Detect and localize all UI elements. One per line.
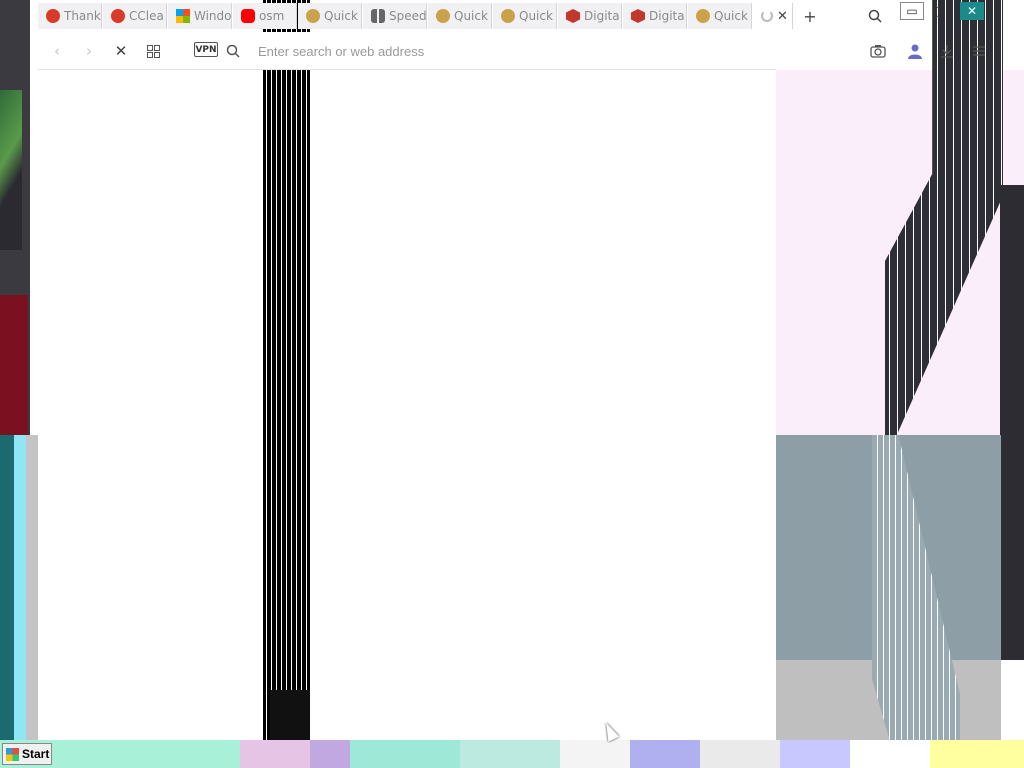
tab-grid-icon[interactable] [142, 40, 164, 62]
tab-active[interactable]: ✕ [753, 3, 793, 29]
tab[interactable]: osm [233, 3, 297, 29]
tab-label: Thank [64, 9, 101, 23]
speed-dial-icon [371, 9, 385, 23]
tab-label: Quick [454, 9, 488, 23]
close-tab-icon[interactable]: ✕ [777, 9, 788, 24]
new-tab-button[interactable]: + [799, 5, 821, 27]
tab-label: Quick [324, 9, 358, 23]
back-button[interactable]: ‹ [46, 40, 68, 62]
download-icon[interactable] [936, 40, 958, 62]
navigation-toolbar: ‹ › ✕ VPN [38, 32, 776, 70]
quickheal-icon [436, 9, 450, 23]
desktop-background [0, 90, 22, 250]
render-artifact [270, 690, 310, 740]
menu-icon[interactable] [968, 40, 990, 62]
taskbar [0, 740, 1024, 768]
tab-label: Windo [194, 9, 232, 23]
shield-icon [631, 9, 645, 23]
tab-label: Digita [649, 9, 685, 23]
desktop-background [0, 295, 28, 435]
start-label: Start [22, 747, 50, 761]
tab-label: Digita [584, 9, 620, 23]
profile-avatar-icon[interactable] [904, 40, 926, 62]
tab-search-icon[interactable] [864, 5, 886, 27]
quickheal-icon [696, 9, 710, 23]
address-bar-input[interactable] [258, 41, 658, 61]
ccleaner-icon [46, 9, 60, 23]
tab-label: CClea [129, 9, 164, 23]
stop-loading-button[interactable]: ✕ [110, 40, 132, 62]
tab-label: Quick [519, 9, 553, 23]
start-button[interactable]: Start [2, 743, 52, 765]
render-artifact [263, 0, 310, 740]
forward-button[interactable]: › [78, 40, 100, 62]
windows-flag-icon [6, 747, 19, 761]
tab[interactable]: CClea [103, 3, 167, 29]
tab-label: osm [259, 9, 285, 23]
tab[interactable]: Windo [168, 3, 232, 29]
loading-spinner-icon [761, 10, 773, 22]
quickheal-icon [501, 9, 515, 23]
vpn-badge[interactable]: VPN [194, 42, 218, 57]
close-window-button[interactable]: ✕ [960, 2, 984, 20]
maximize-button[interactable]: ▢ [926, 2, 950, 20]
quickheal-icon [306, 9, 320, 23]
shield-icon [566, 9, 580, 23]
desktop-background [1000, 185, 1024, 660]
search-icon [222, 40, 244, 62]
tab-label: Quick [714, 9, 748, 23]
tab[interactable]: Quick [428, 3, 492, 29]
tab-label: Speed [389, 9, 427, 23]
tab[interactable]: Quick [493, 3, 557, 29]
tab[interactable]: Thank [38, 3, 102, 29]
tab[interactable]: Quick [688, 3, 752, 29]
minimize-button[interactable]: ▭ [900, 2, 924, 20]
youtube-icon [241, 9, 255, 23]
tab-strip: Thank CClea Windo osm Quick Speed Quick … [38, 0, 1024, 31]
desktop-background [0, 435, 40, 740]
tab[interactable]: Digita [623, 3, 687, 29]
tab[interactable]: Quick [298, 3, 362, 29]
browser-content-area [38, 0, 776, 740]
ccleaner-icon [111, 9, 125, 23]
snapshot-camera-icon[interactable] [867, 40, 889, 62]
tab[interactable]: Speed [363, 3, 427, 29]
windows-logo-icon [176, 9, 190, 23]
tab[interactable]: Digita [558, 3, 622, 29]
